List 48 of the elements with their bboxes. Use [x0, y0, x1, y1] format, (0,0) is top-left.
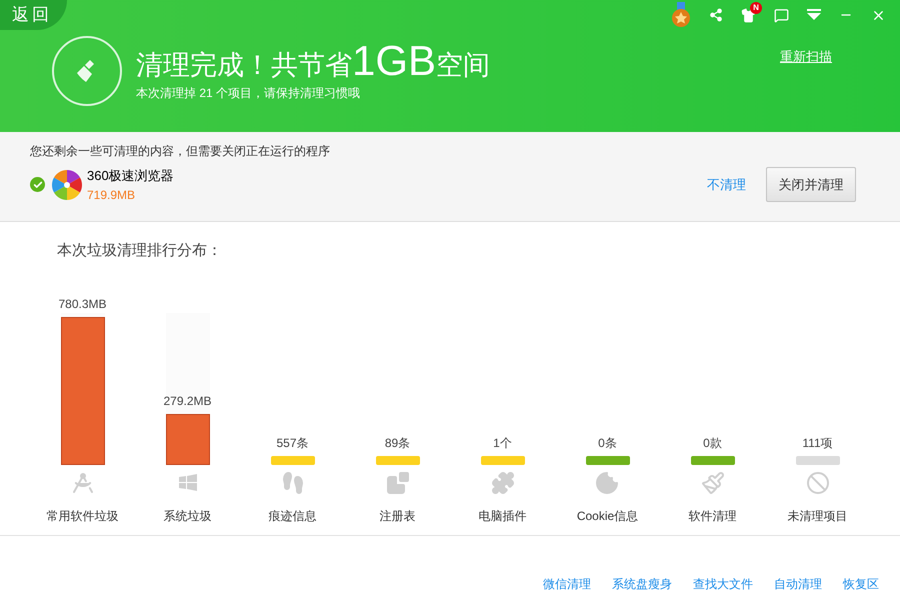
ranking-value: 0款	[703, 434, 722, 452]
skip-link[interactable]: 不清理	[707, 175, 746, 194]
ranking-label: 软件清理	[688, 508, 736, 524]
ranking-value: 1个	[493, 434, 512, 452]
blocks-icon	[386, 470, 410, 494]
drafting-compass-icon	[70, 470, 94, 494]
share-icon[interactable]	[709, 8, 723, 22]
notification-badge: N	[750, 2, 762, 14]
brush-icon	[700, 470, 724, 494]
dropdown-icon[interactable]	[807, 9, 821, 21]
footer-link[interactable]: 自动清理	[774, 575, 822, 593]
ranking-label: 痕迹信息	[268, 508, 316, 524]
footprint-icon	[280, 470, 304, 494]
ranking-label: 系统垃圾	[164, 508, 212, 524]
back-button[interactable]: 返回	[0, 0, 67, 30]
ranking-label: 常用软件垃圾	[46, 508, 118, 524]
program-checkbox[interactable]	[30, 177, 45, 192]
ranking-value: 111项	[802, 434, 833, 452]
rescan-link[interactable]: 重新扫描	[780, 47, 832, 67]
ranking-value: 89条	[384, 434, 410, 452]
ranking-value: 780.3MB	[58, 296, 107, 314]
ranking-label: Cookie信息	[576, 508, 638, 524]
check-icon	[32, 180, 42, 190]
result-subtitle: 本次清理掉 21 个项目，请保持清理习惯哦	[136, 85, 362, 102]
ranking-value: 557条	[276, 434, 309, 452]
program-size: 719.9MB	[87, 186, 136, 204]
footer-link[interactable]: 系统盘瘦身	[612, 575, 672, 593]
ranking-value: 0条	[598, 434, 617, 452]
message-icon[interactable]	[774, 8, 789, 22]
result-title-suffix: 空间	[436, 49, 490, 82]
close-and-clean-button[interactable]: 关闭并清理	[766, 167, 856, 202]
ranking-label: 注册表	[380, 508, 416, 524]
ranking-label: 电脑插件	[478, 508, 526, 524]
footer-link[interactable]: 查找大文件	[693, 575, 753, 593]
ban-icon	[806, 470, 830, 494]
program-name: 360极速浏览器	[87, 167, 174, 185]
cookie-icon	[595, 470, 620, 494]
footer-link[interactable]: 微信清理	[543, 575, 591, 593]
browser-logo-icon	[51, 168, 83, 201]
puzzle-icon	[490, 470, 514, 494]
ranking-title: 本次垃圾清理排行分布：	[57, 241, 223, 261]
ranking-value: 279.2MB	[163, 393, 212, 410]
notice-message: 您还剩余一些可清理的内容，但需要关闭正在运行的程序	[30, 143, 331, 160]
ranking-label: 未清理项目	[788, 508, 848, 524]
footer-link[interactable]: 恢复区	[843, 575, 879, 593]
saved-amount: 1GB	[352, 40, 436, 82]
result-title: 清理完成！共节省	[136, 49, 352, 82]
medal-icon[interactable]	[671, 2, 691, 28]
